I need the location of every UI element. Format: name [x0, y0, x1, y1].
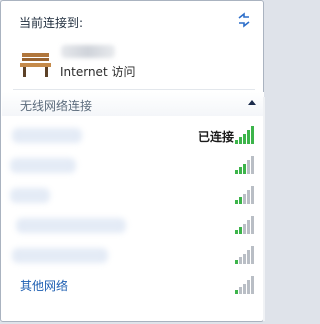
current-network-name-blurred	[61, 45, 115, 58]
other-networks-link[interactable]: 其他网络	[20, 277, 68, 294]
network-item[interactable]	[2, 242, 264, 268]
wireless-section-header[interactable]: 无线网络连接	[2, 92, 264, 116]
signal-strength-icon	[235, 126, 254, 144]
connected-status: 已连接	[197, 130, 234, 144]
network-item[interactable]	[2, 212, 264, 238]
network-item[interactable]	[2, 182, 264, 208]
park-bench-icon	[20, 52, 52, 82]
network-name-blurred	[10, 158, 76, 173]
network-item[interactable]	[2, 152, 264, 178]
signal-strength-icon	[235, 186, 254, 204]
network-name-blurred	[16, 218, 126, 233]
signal-strength-icon	[235, 276, 254, 294]
network-name-blurred	[10, 188, 50, 203]
internet-access-status: Internet 访问	[60, 65, 136, 79]
scrollbar[interactable]	[263, 97, 265, 321]
signal-strength-icon	[235, 246, 254, 264]
refresh-arrows-icon	[238, 12, 250, 28]
divider	[13, 89, 255, 90]
signal-strength-icon	[235, 216, 254, 234]
refresh-button[interactable]	[235, 11, 253, 29]
signal-strength-icon	[235, 156, 254, 174]
network-name-blurred	[12, 248, 108, 263]
wireless-section-title: 无线网络连接	[20, 99, 93, 113]
chevron-up-icon[interactable]	[248, 100, 256, 105]
network-item[interactable]: 已连接	[2, 122, 264, 148]
connected-to-heading: 当前连接到:	[19, 16, 84, 30]
network-name-blurred	[12, 128, 82, 143]
network-flyout: 当前连接到: Internet 访问 无线网络连接 已连接 其他网络	[0, 0, 265, 322]
